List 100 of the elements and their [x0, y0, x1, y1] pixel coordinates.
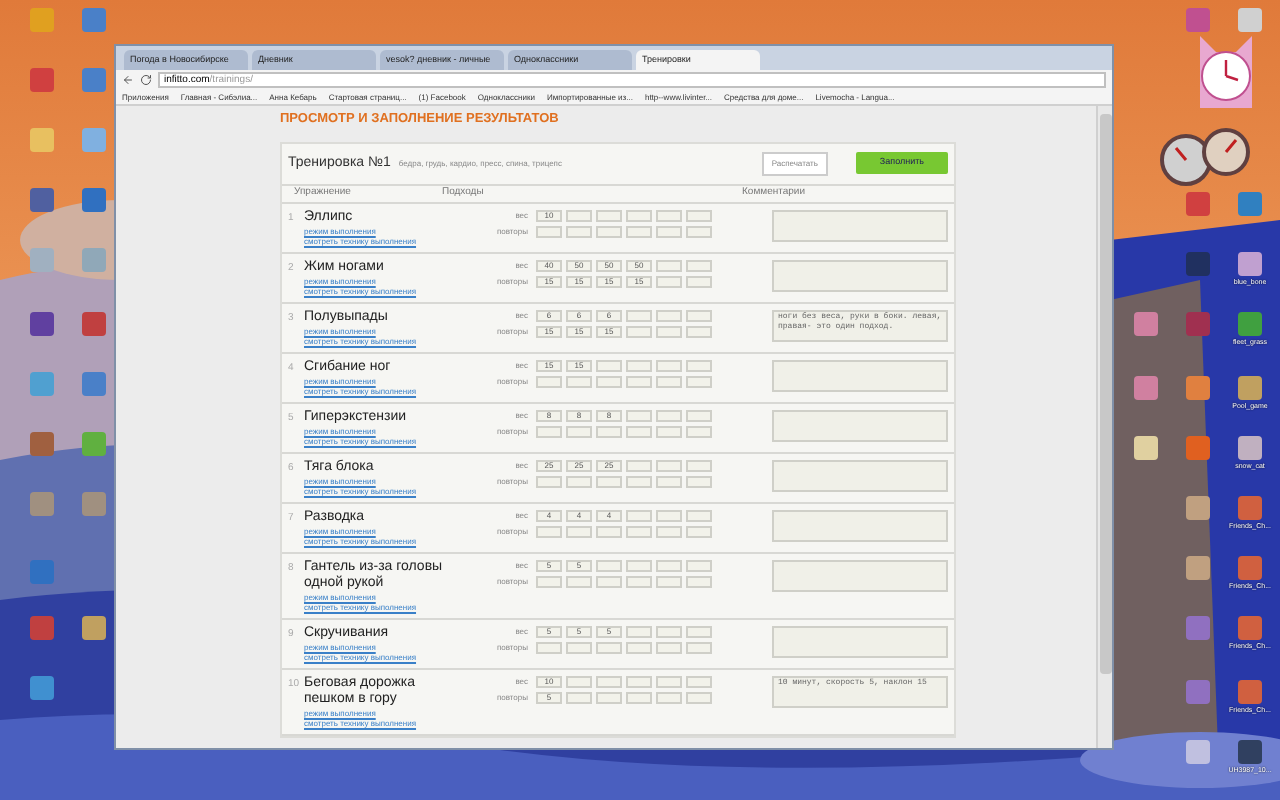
app-icon[interactable]	[82, 492, 106, 516]
set-input[interactable]	[626, 309, 652, 322]
set-input[interactable]	[656, 625, 682, 638]
set-input[interactable]	[626, 209, 652, 222]
comment-field[interactable]	[772, 259, 948, 292]
set-input[interactable]	[686, 309, 712, 322]
app-icon[interactable]	[1186, 436, 1210, 460]
set-input[interactable]	[686, 359, 712, 372]
set-input[interactable]	[536, 375, 562, 388]
set-input[interactable]	[536, 525, 562, 538]
set-input[interactable]	[656, 425, 682, 438]
set-input[interactable]	[596, 425, 622, 438]
set-input[interactable]	[536, 641, 562, 654]
set-input[interactable]	[656, 509, 682, 522]
set-input[interactable]	[626, 691, 652, 704]
app-icon[interactable]	[1238, 740, 1262, 764]
app-icon[interactable]	[82, 68, 106, 92]
app-icon[interactable]	[82, 432, 106, 456]
set-input[interactable]	[626, 375, 652, 388]
set-input[interactable]	[626, 225, 652, 238]
app-icon[interactable]	[82, 188, 106, 212]
set-input[interactable]	[566, 425, 592, 438]
set-input[interactable]	[686, 375, 712, 388]
set-input[interactable]	[596, 359, 622, 372]
app-icon[interactable]	[1238, 376, 1262, 400]
set-input[interactable]	[686, 691, 712, 704]
set-input[interactable]	[656, 409, 682, 422]
set-input[interactable]	[626, 575, 652, 588]
app-icon[interactable]	[1238, 8, 1262, 32]
set-input[interactable]	[686, 475, 712, 488]
set-input[interactable]	[626, 359, 652, 372]
set-input[interactable]	[656, 575, 682, 588]
set-input[interactable]	[686, 409, 712, 422]
app-icon[interactable]	[1134, 312, 1158, 336]
set-input[interactable]	[656, 675, 682, 688]
set-input[interactable]	[656, 525, 682, 538]
set-input[interactable]	[656, 691, 682, 704]
set-input[interactable]	[656, 209, 682, 222]
app-icon[interactable]	[1186, 312, 1210, 336]
set-input[interactable]	[686, 209, 712, 222]
app-icon[interactable]	[1186, 616, 1210, 640]
app-icon[interactable]	[30, 560, 54, 584]
set-input[interactable]	[596, 559, 622, 572]
set-input[interactable]	[536, 425, 562, 438]
set-input[interactable]	[536, 475, 562, 488]
app-icon[interactable]	[1186, 192, 1210, 216]
set-input[interactable]	[686, 325, 712, 338]
comment-field[interactable]	[772, 359, 948, 392]
set-input[interactable]	[686, 575, 712, 588]
set-input[interactable]	[566, 225, 592, 238]
set-input[interactable]	[596, 225, 622, 238]
app-icon[interactable]	[1238, 616, 1262, 640]
set-input[interactable]	[686, 509, 712, 522]
app-icon[interactable]	[30, 432, 54, 456]
comment-field[interactable]	[772, 209, 948, 242]
set-input[interactable]	[626, 475, 652, 488]
set-input[interactable]	[686, 425, 712, 438]
set-input[interactable]	[656, 359, 682, 372]
set-input[interactable]	[686, 459, 712, 472]
set-input[interactable]	[626, 425, 652, 438]
set-input[interactable]	[656, 309, 682, 322]
app-icon[interactable]	[1134, 376, 1158, 400]
set-input[interactable]	[566, 691, 592, 704]
app-icon[interactable]	[82, 616, 106, 640]
set-input[interactable]	[656, 559, 682, 572]
comment-field[interactable]	[772, 409, 948, 442]
set-input[interactable]	[626, 675, 652, 688]
set-input[interactable]	[566, 475, 592, 488]
app-icon[interactable]	[1134, 436, 1158, 460]
app-icon[interactable]	[1186, 252, 1210, 276]
set-input[interactable]	[656, 275, 682, 288]
set-input[interactable]	[656, 259, 682, 272]
app-icon[interactable]	[1238, 496, 1262, 520]
set-input[interactable]	[686, 675, 712, 688]
set-input[interactable]	[656, 225, 682, 238]
set-input[interactable]	[626, 525, 652, 538]
app-icon[interactable]	[30, 492, 54, 516]
set-input[interactable]	[536, 225, 562, 238]
set-input[interactable]	[686, 275, 712, 288]
set-input[interactable]	[626, 509, 652, 522]
app-icon[interactable]	[1238, 192, 1262, 216]
set-input[interactable]	[566, 641, 592, 654]
set-input[interactable]	[596, 691, 622, 704]
set-input[interactable]	[596, 525, 622, 538]
app-icon[interactable]	[30, 68, 54, 92]
back-icon[interactable]	[122, 74, 134, 86]
set-input[interactable]	[626, 625, 652, 638]
app-icon[interactable]	[30, 188, 54, 212]
set-input[interactable]	[596, 641, 622, 654]
set-input[interactable]	[626, 641, 652, 654]
scrollbar[interactable]	[1096, 106, 1112, 748]
app-icon[interactable]	[82, 128, 106, 152]
app-icon[interactable]	[82, 372, 106, 396]
comment-field[interactable]	[772, 459, 948, 492]
set-input[interactable]	[536, 575, 562, 588]
comment-field[interactable]	[772, 509, 948, 542]
set-input[interactable]	[596, 475, 622, 488]
app-icon[interactable]	[30, 8, 54, 32]
app-icon[interactable]	[1238, 680, 1262, 704]
app-icon[interactable]	[1186, 740, 1210, 764]
